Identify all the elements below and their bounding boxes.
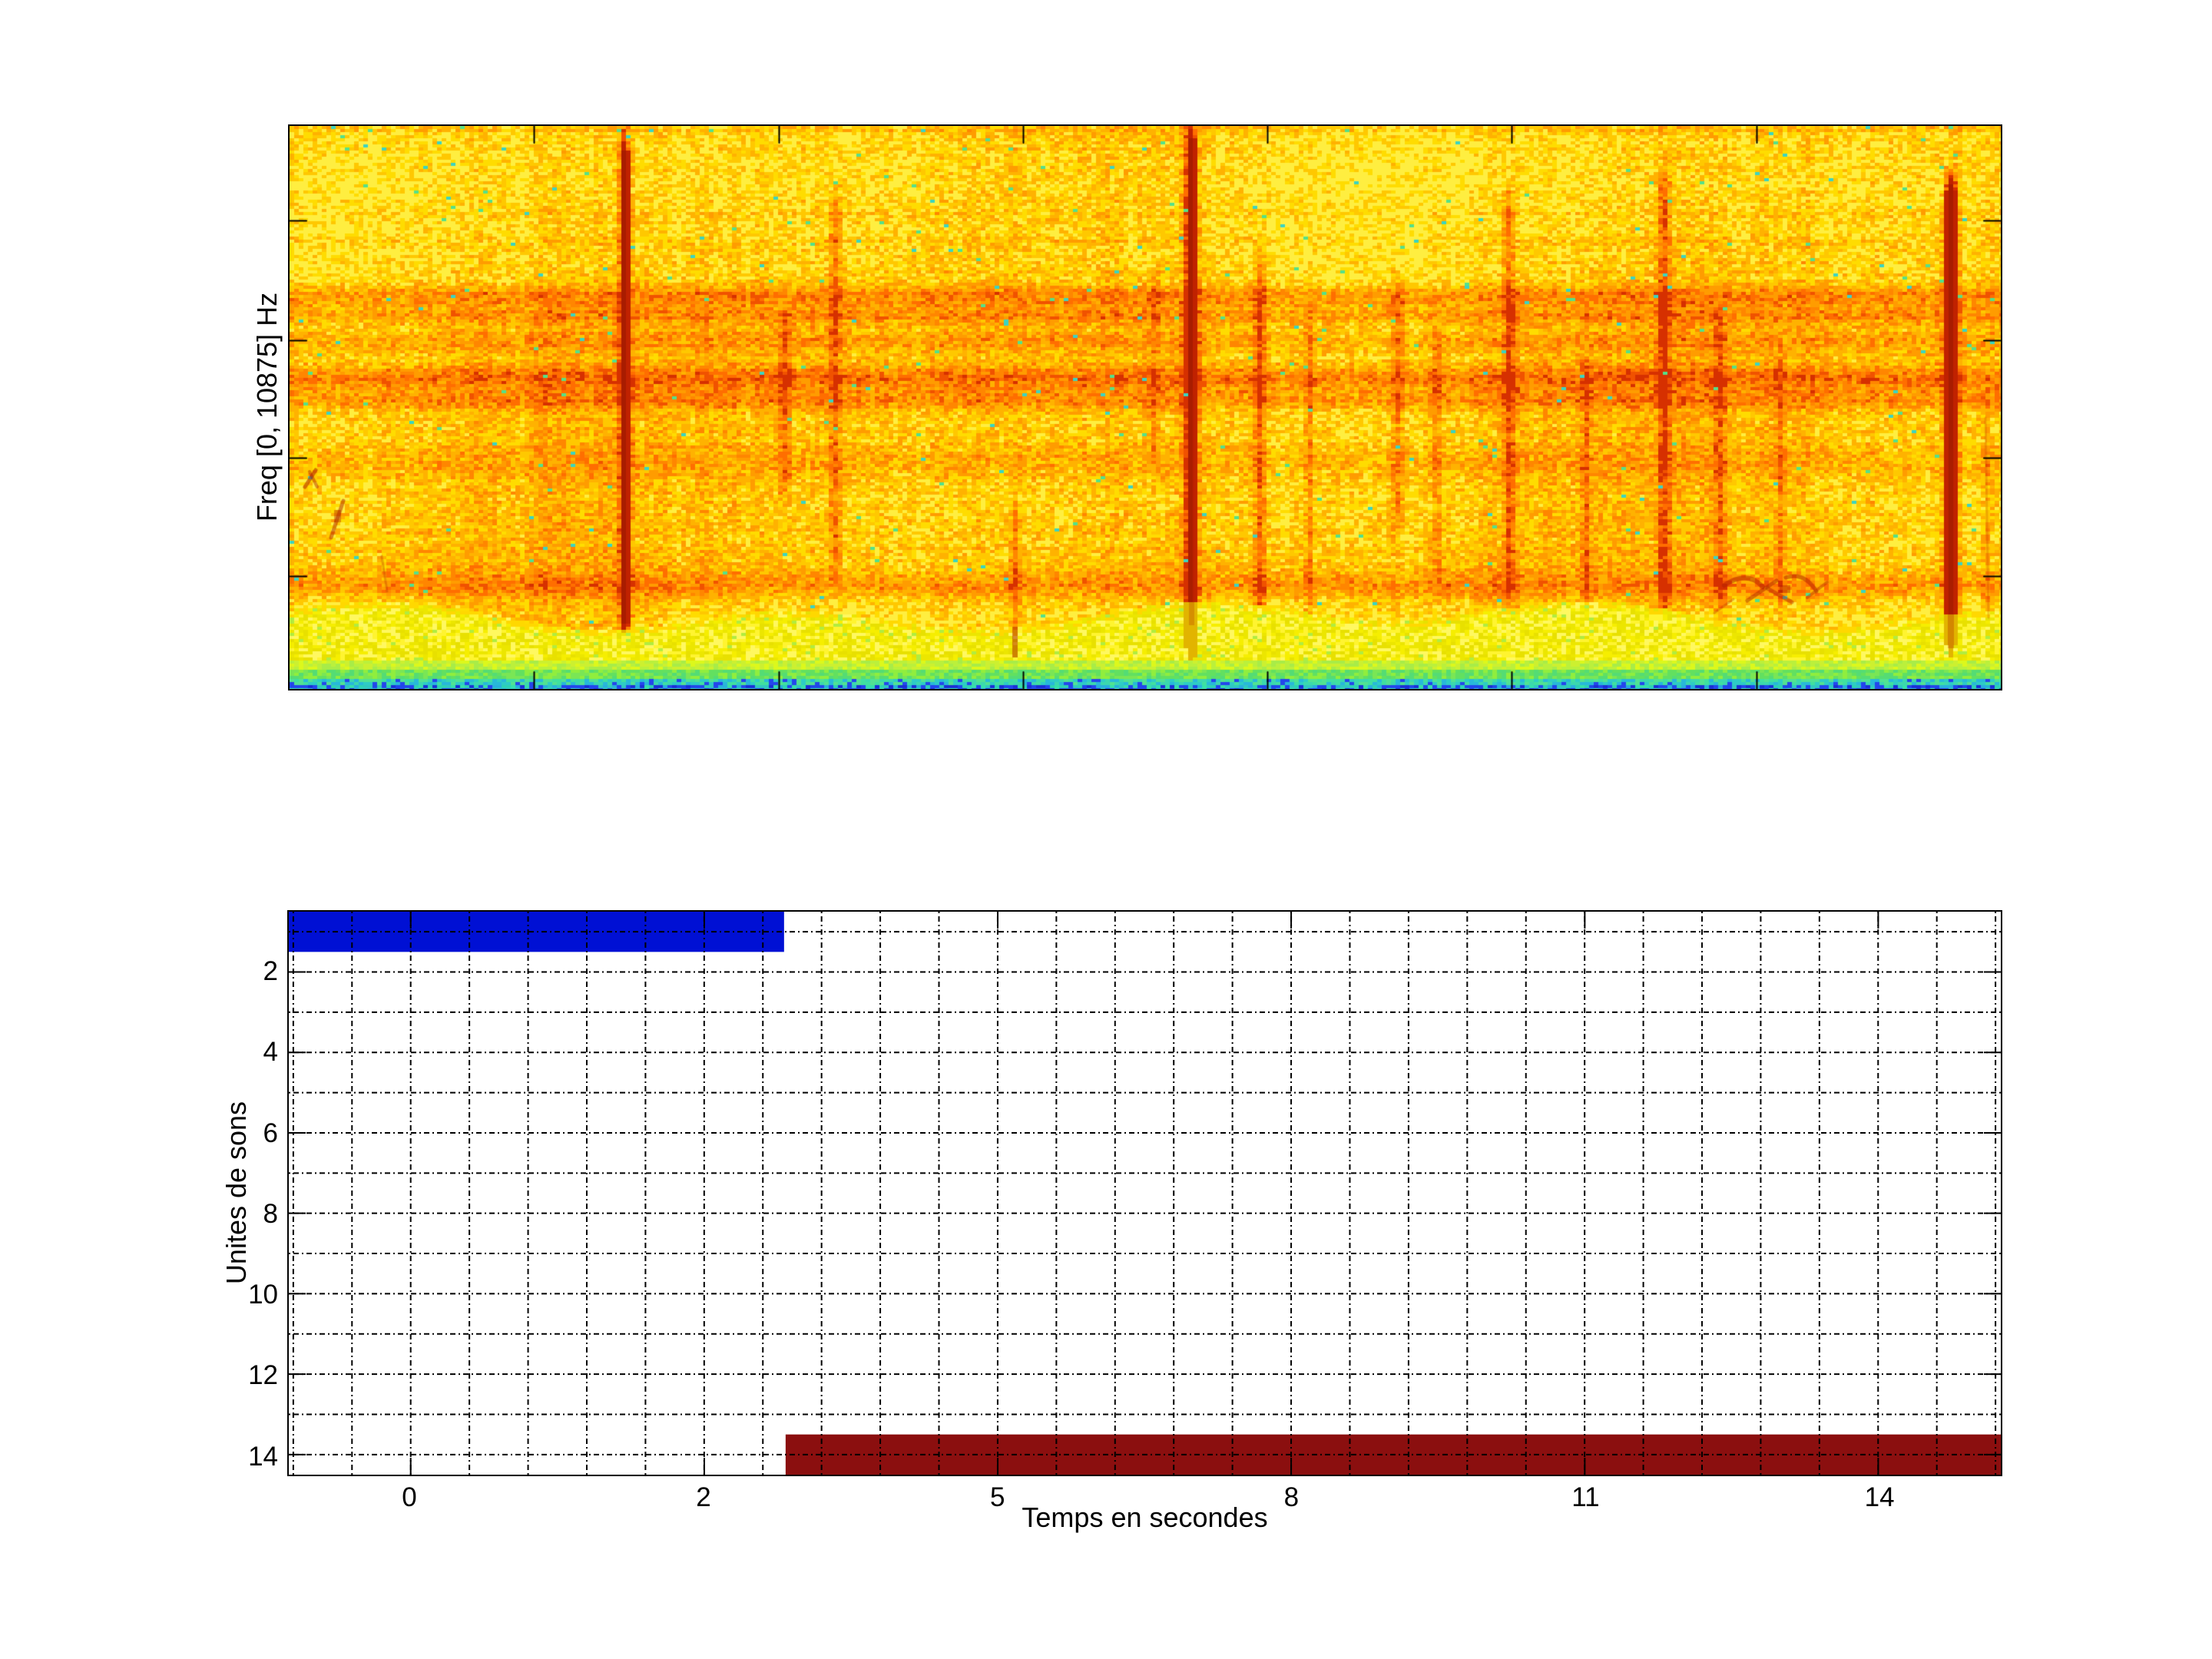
activity-y-tick-label: 2 [263, 955, 278, 986]
activity-xlabel: Temps en secondes [1022, 1502, 1268, 1533]
spectrogram-axes [288, 124, 2002, 690]
activity-x-tick-label: 0 [402, 1482, 417, 1512]
activity-x-tick-label: 8 [1283, 1482, 1300, 1512]
spectrogram-image [290, 126, 2001, 689]
activity-y-tick-label: 8 [263, 1198, 278, 1229]
spectrogram-ylabel: Freq [0, 10875] Hz [251, 292, 283, 522]
activity-plot [289, 912, 2001, 1475]
activity-x-tick-label: 2 [696, 1482, 711, 1512]
activity-axes [287, 910, 2002, 1476]
activity-y-tick-label: 14 [248, 1441, 278, 1472]
activity-y-tick-label: 12 [248, 1360, 278, 1391]
figure-window: { "figure": {"width": 2880, "height": 21… [0, 0, 2212, 1659]
activity-y-tick-label: 6 [263, 1118, 278, 1148]
activity-x-tick-label: 11 [1571, 1482, 1600, 1512]
activity-y-tick-label: 4 [263, 1037, 278, 1068]
activity-x-tick-label: 5 [989, 1482, 1005, 1512]
activity-y-tick-label: 10 [248, 1280, 278, 1310]
activity-x-tick-label: 14 [1864, 1482, 1895, 1512]
